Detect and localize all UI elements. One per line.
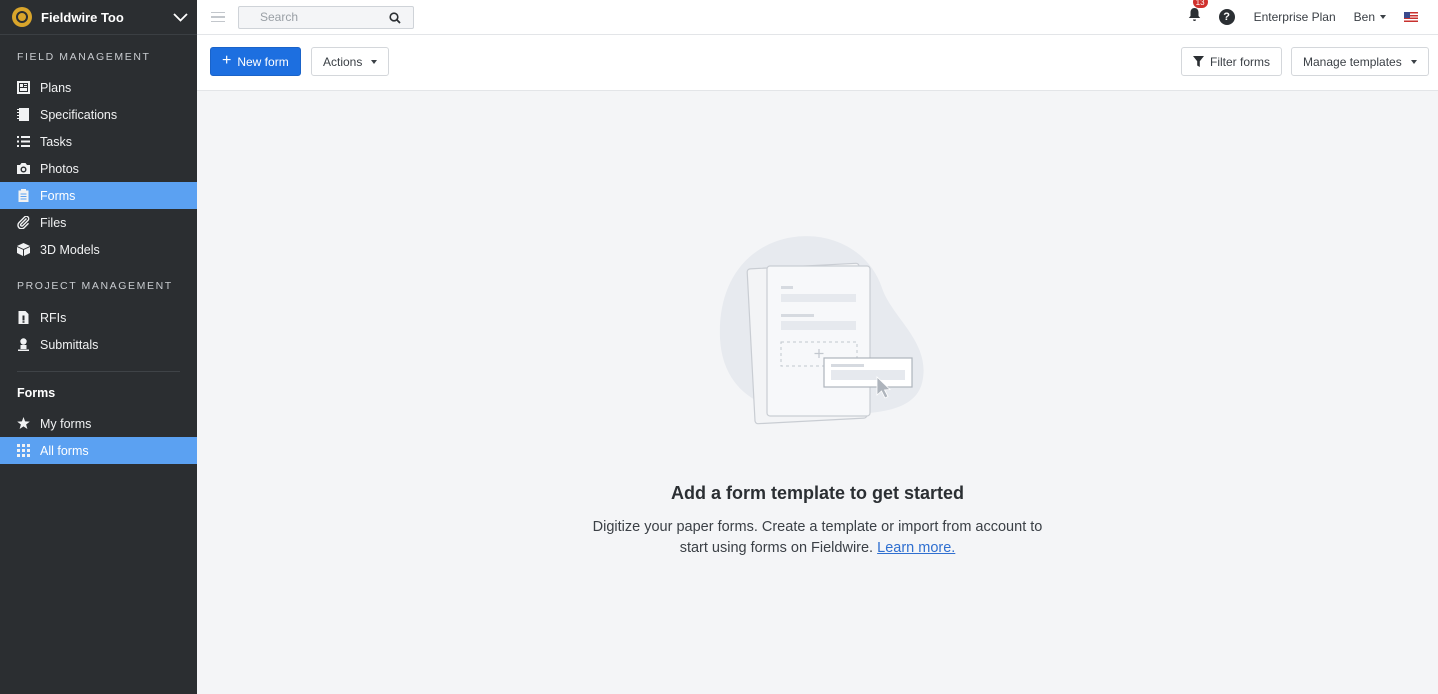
cube-icon [17,243,30,256]
user-name: Ben [1353,10,1375,24]
section-title-project-management: PROJECT MANAGEMENT [17,280,173,292]
sidebar-item-all-forms[interactable]: All forms [0,437,197,464]
learn-more-link[interactable]: Learn more. [877,540,955,556]
user-menu[interactable]: Ben [1354,10,1386,24]
filter-forms-button[interactable]: Filter forms [1181,47,1282,76]
sidebar-item-label: Files [40,215,67,230]
sidebar-item-tasks[interactable]: Tasks [0,128,197,155]
project-name: Fieldwire Too [41,9,124,25]
help-icon[interactable]: ? [1218,9,1235,25]
sidebar-item-specifications[interactable]: Specifications [0,101,197,128]
forms-toolbar: + New form Actions Filter forms Manage t… [197,35,1438,91]
empty-state-title: Add a form template to get started [670,483,965,503]
sidebar-item-label: All forms [40,443,89,458]
star-icon [17,417,30,430]
caret-down-icon [1380,15,1386,19]
sidebar-item-label: My forms [40,416,92,431]
grid-icon [17,444,30,457]
search-input[interactable] [260,10,380,24]
us-flag-icon[interactable] [1404,12,1418,22]
search-icon[interactable] [389,11,401,27]
top-bar: 13 ? Enterprise Plan Ben [197,0,1438,35]
new-form-button[interactable]: + New form [210,47,301,76]
empty-state-text: Digitize your paper forms. Create a temp… [592,519,1043,556]
project-logo [12,7,32,27]
caret-down-icon [371,59,378,64]
camera-icon [17,162,30,175]
paperclip-icon [17,216,30,229]
search-box[interactable] [238,5,414,29]
forms-section-title: Forms [17,386,56,400]
sidebar-item-photos[interactable]: Photos [0,155,197,182]
sidebar-item-submittals[interactable]: Submittals [0,331,197,358]
sidebar-item-label: Photos [40,161,79,176]
plus-icon: + [222,51,232,69]
form-template-illustration [717,233,932,428]
actions-label: Actions [323,54,363,69]
plan-label[interactable]: Enterprise Plan [1254,10,1336,24]
sidebar-item-my-forms[interactable]: My forms [0,410,197,437]
sidebar-item-files[interactable]: Files [0,209,197,236]
tasks-icon [17,135,30,148]
project-switcher[interactable]: Fieldwire Too [0,0,197,35]
clipboard-icon [17,189,30,202]
new-form-label: New form [237,54,289,69]
hamburger-menu-icon[interactable] [211,9,225,26]
sidebar-item-label: RFIs [40,310,67,325]
sidebar-item-3d-models[interactable]: 3D Models [0,236,197,263]
rfi-icon [17,311,30,324]
submittals-icon [17,338,30,351]
sidebar-item-label: Forms [40,188,76,203]
sidebar-item-label: Specifications [40,107,118,122]
sidebar: Fieldwire Too FIELD MANAGEMENT Plans Spe… [0,0,197,694]
sidebar-item-rfis[interactable]: RFIs [0,304,197,331]
manage-templates-label: Manage templates [1303,54,1402,69]
sidebar-item-label: Tasks [40,134,72,149]
plans-icon [17,81,30,94]
filter-forms-label: Filter forms [1210,54,1270,69]
notification-badge: 13 [1192,0,1208,8]
sidebar-item-forms[interactable]: Forms [0,182,197,209]
filter-icon [1193,56,1204,67]
section-title-field-management: FIELD MANAGEMENT [17,51,151,63]
sidebar-item-label: 3D Models [40,242,100,257]
empty-state-description: Digitize your paper forms. Create a temp… [580,517,1055,559]
manage-templates-button[interactable]: Manage templates [1291,47,1429,76]
sidebar-item-label: Submittals [40,337,99,352]
chevron-down-icon[interactable] [163,12,197,22]
sidebar-item-label: Plans [40,80,72,95]
sidebar-item-plans[interactable]: Plans [0,74,197,101]
bell-icon [1187,8,1202,26]
specifications-icon [17,108,30,121]
forms-empty-state: Add a form template to get started Digit… [197,91,1438,694]
notifications-button[interactable]: 13 [1187,0,1208,27]
caret-down-icon [1410,59,1417,64]
actions-button[interactable]: Actions [311,47,390,76]
